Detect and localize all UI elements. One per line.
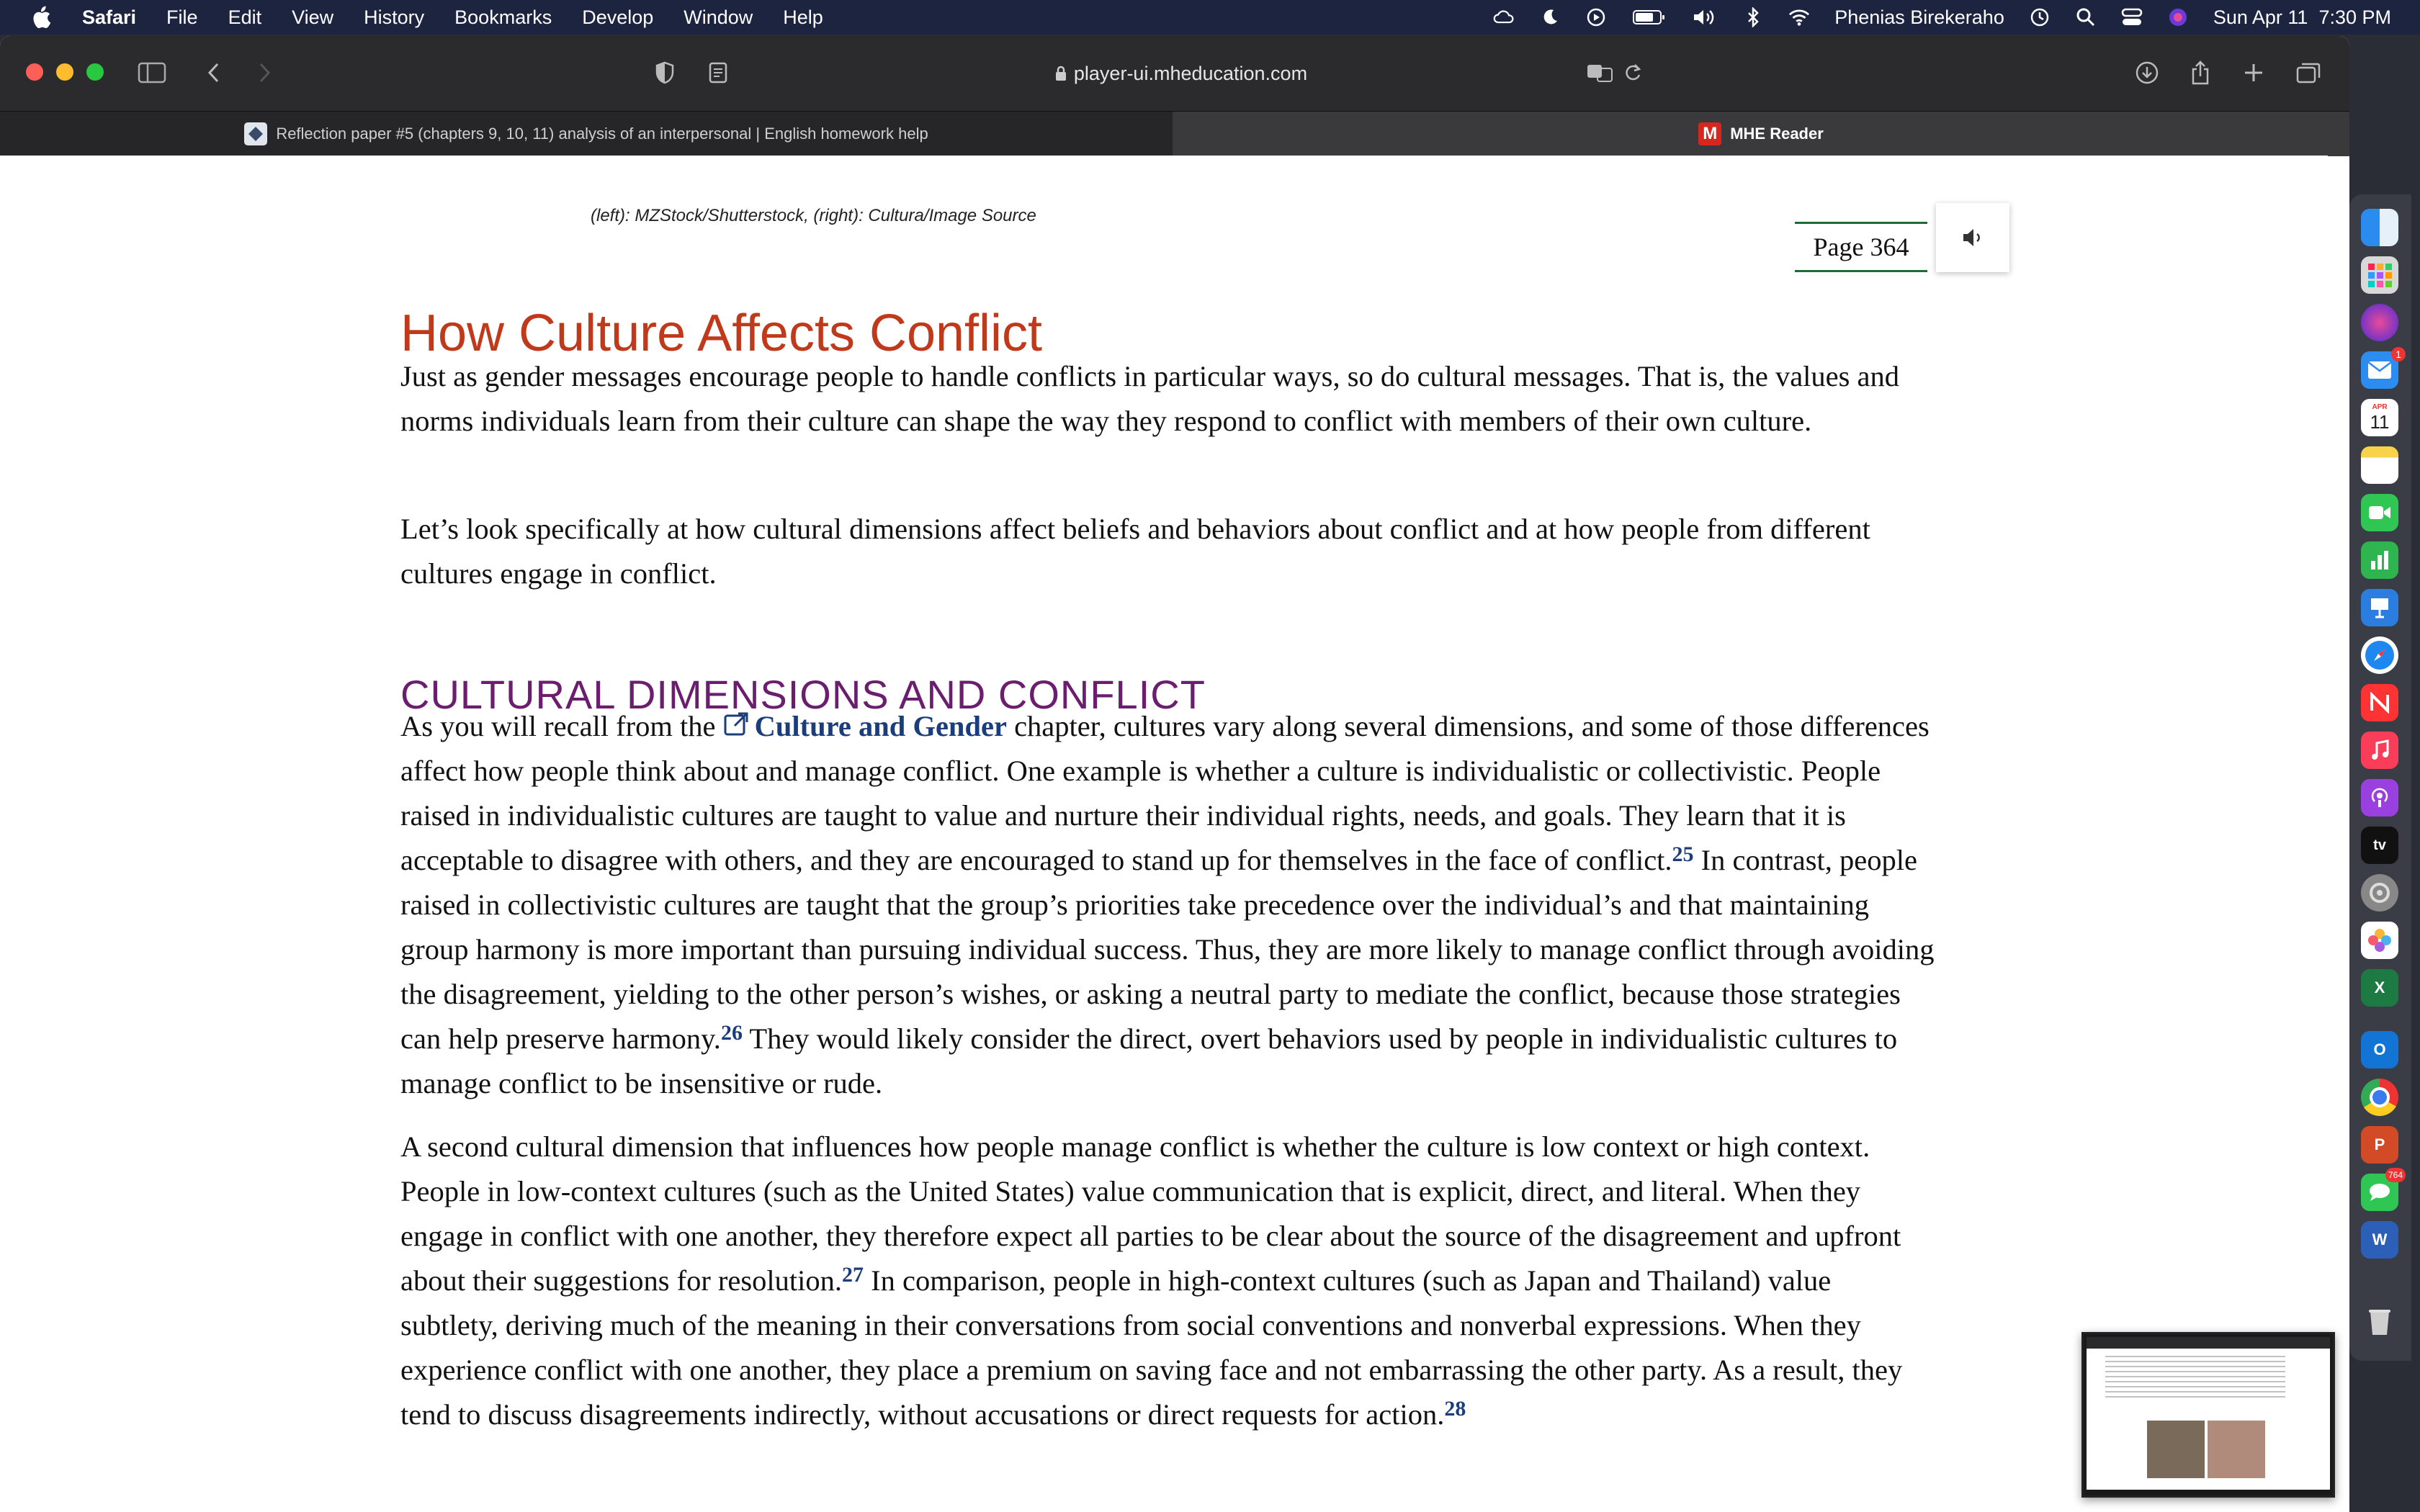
tab-overview-icon[interactable] <box>2293 58 2323 88</box>
user-name[interactable]: Phenias Birekeraho <box>1834 6 2004 29</box>
launchpad-icon[interactable] <box>2361 256 2398 294</box>
external-link-icon[interactable] <box>723 706 749 736</box>
menu-edit[interactable]: Edit <box>228 6 262 29</box>
close-window-button[interactable] <box>26 63 43 81</box>
reader-content[interactable]: (left): MZStock/Shutterstock, (right): C… <box>0 156 2328 1512</box>
audio-button[interactable] <box>1936 203 2009 272</box>
browser-toolbar: player-ui.mheducation.com <box>0 36 2349 111</box>
mail-badge: 1 <box>2391 347 2406 361</box>
messages-badge: 764 <box>2385 1168 2406 1182</box>
chapter-link[interactable]: Culture and Gender <box>755 710 1007 742</box>
screenshot-thumbnail[interactable] <box>2081 1332 2335 1498</box>
dock: 1 APR 11 tv X O P 764 W <box>2349 194 2411 1361</box>
tab-mhe-reader[interactable]: M MHE Reader <box>1173 112 2349 156</box>
tab-label: Reflection paper #5 (chapters 9, 10, 11)… <box>276 125 928 143</box>
bluetooth-icon[interactable] <box>1742 6 1764 28</box>
safari-dock-icon[interactable] <box>2361 636 2398 674</box>
volume-icon[interactable] <box>1692 6 1718 28</box>
menu-view[interactable]: View <box>292 6 333 29</box>
menu-bookmarks[interactable]: Bookmarks <box>454 6 552 29</box>
now-playing-icon[interactable] <box>1585 6 1607 28</box>
powerpoint-icon[interactable]: P <box>2361 1126 2398 1164</box>
page-number-label: Page 364 <box>1795 222 1927 272</box>
lock-icon <box>1055 66 1066 81</box>
reader-view-icon[interactable] <box>703 58 733 88</box>
siri-dock-icon[interactable] <box>2361 304 2398 341</box>
calendar-icon[interactable]: APR 11 <box>2361 399 2398 436</box>
menu-history[interactable]: History <box>364 6 424 29</box>
tab-reflection-paper[interactable]: Reflection paper #5 (chapters 9, 10, 11)… <box>0 112 1173 156</box>
forward-icon[interactable] <box>249 58 279 88</box>
menu-develop[interactable]: Develop <box>582 6 653 29</box>
minimize-window-button[interactable] <box>56 63 73 81</box>
new-tab-icon[interactable] <box>2238 58 2269 88</box>
menu-file[interactable]: File <box>166 6 198 29</box>
speaker-icon <box>1963 229 1980 246</box>
spotlight-icon[interactable] <box>2075 6 2097 28</box>
tab-bar: Reflection paper #5 (chapters 9, 10, 11)… <box>0 111 2349 156</box>
footnote-ref[interactable]: 26 <box>721 1021 743 1045</box>
thumbnail-photo-left <box>2147 1421 2205 1478</box>
night-shift-icon[interactable] <box>1539 6 1561 28</box>
time-machine-icon[interactable] <box>2029 6 2051 28</box>
tv-icon[interactable]: tv <box>2361 827 2398 864</box>
keynote-icon[interactable] <box>2361 589 2398 626</box>
calendar-day: 11 <box>2370 411 2390 433</box>
apple-menu-icon[interactable] <box>29 5 53 30</box>
news-icon[interactable] <box>2361 684 2398 721</box>
menu-app-name[interactable]: Safari <box>82 6 136 29</box>
share-icon[interactable] <box>2185 58 2215 88</box>
menu-bar: Safari File Edit View History Bookmarks … <box>0 0 2420 35</box>
footnote-ref[interactable]: 25 <box>1672 842 1694 866</box>
paragraph-text: As you will recall from the <box>400 710 723 742</box>
privacy-shield-icon[interactable] <box>650 58 680 88</box>
downloads-icon[interactable] <box>2132 58 2162 88</box>
url-text: player-ui.mheducation.com <box>1073 62 1308 84</box>
control-center-icon[interactable] <box>2121 6 2143 28</box>
notes-icon[interactable] <box>2361 446 2398 484</box>
menu-help[interactable]: Help <box>783 6 823 29</box>
safari-window: player-ui.mheducation.com Reflection pap… <box>0 36 2349 1512</box>
clock-datetime[interactable]: Sun Apr 11 7:30 PM <box>2213 6 2391 29</box>
back-icon[interactable] <box>199 58 229 88</box>
paragraph-1: Just as gender messages encourage people… <box>400 360 1900 437</box>
chrome-icon[interactable] <box>2361 1079 2398 1116</box>
address-bar[interactable]: player-ui.mheducation.com <box>1037 56 1325 91</box>
paragraph-2: Let’s look specifically at how cultural … <box>400 513 1870 590</box>
footnote-ref[interactable]: 28 <box>1444 1397 1466 1421</box>
battery-icon[interactable] <box>1631 6 1667 28</box>
photos-icon[interactable] <box>2361 922 2398 959</box>
reload-icon[interactable] <box>1618 58 1648 88</box>
menu-window[interactable]: Window <box>684 6 753 29</box>
footnote-ref[interactable]: 27 <box>842 1263 864 1287</box>
trash-icon[interactable] <box>2361 1303 2398 1341</box>
tab-label: MHE Reader <box>1730 125 1824 143</box>
thumbnail-photo-right <box>2208 1421 2265 1478</box>
word-icon[interactable]: W <box>2361 1221 2398 1259</box>
siri-icon[interactable] <box>2167 6 2189 28</box>
translate-icon[interactable] <box>1585 58 1615 88</box>
paragraph-3: As you will recall from the Culture and … <box>400 704 1935 1106</box>
sidebar-toggle-icon[interactable] <box>137 58 167 88</box>
image-caption: (left): MZStock/Shutterstock, (right): C… <box>591 206 1036 225</box>
excel-icon[interactable]: X <box>2361 969 2398 1007</box>
paragraph-4: A second cultural dimension that influen… <box>400 1125 1935 1437</box>
zoom-window-button[interactable] <box>86 63 104 81</box>
outlook-icon[interactable]: O <box>2361 1031 2398 1068</box>
facetime-icon[interactable] <box>2361 494 2398 531</box>
podcasts-icon[interactable] <box>2361 779 2398 816</box>
numbers-icon[interactable] <box>2361 541 2398 579</box>
mhe-logo-icon: M <box>1698 122 1722 145</box>
music-icon[interactable] <box>2361 732 2398 769</box>
tab-favicon-icon <box>244 122 268 145</box>
finder-icon[interactable] <box>2361 209 2398 246</box>
wifi-icon[interactable] <box>1788 6 1810 28</box>
creative-cloud-icon[interactable] <box>1493 6 1515 28</box>
system-preferences-icon[interactable] <box>2361 874 2398 912</box>
